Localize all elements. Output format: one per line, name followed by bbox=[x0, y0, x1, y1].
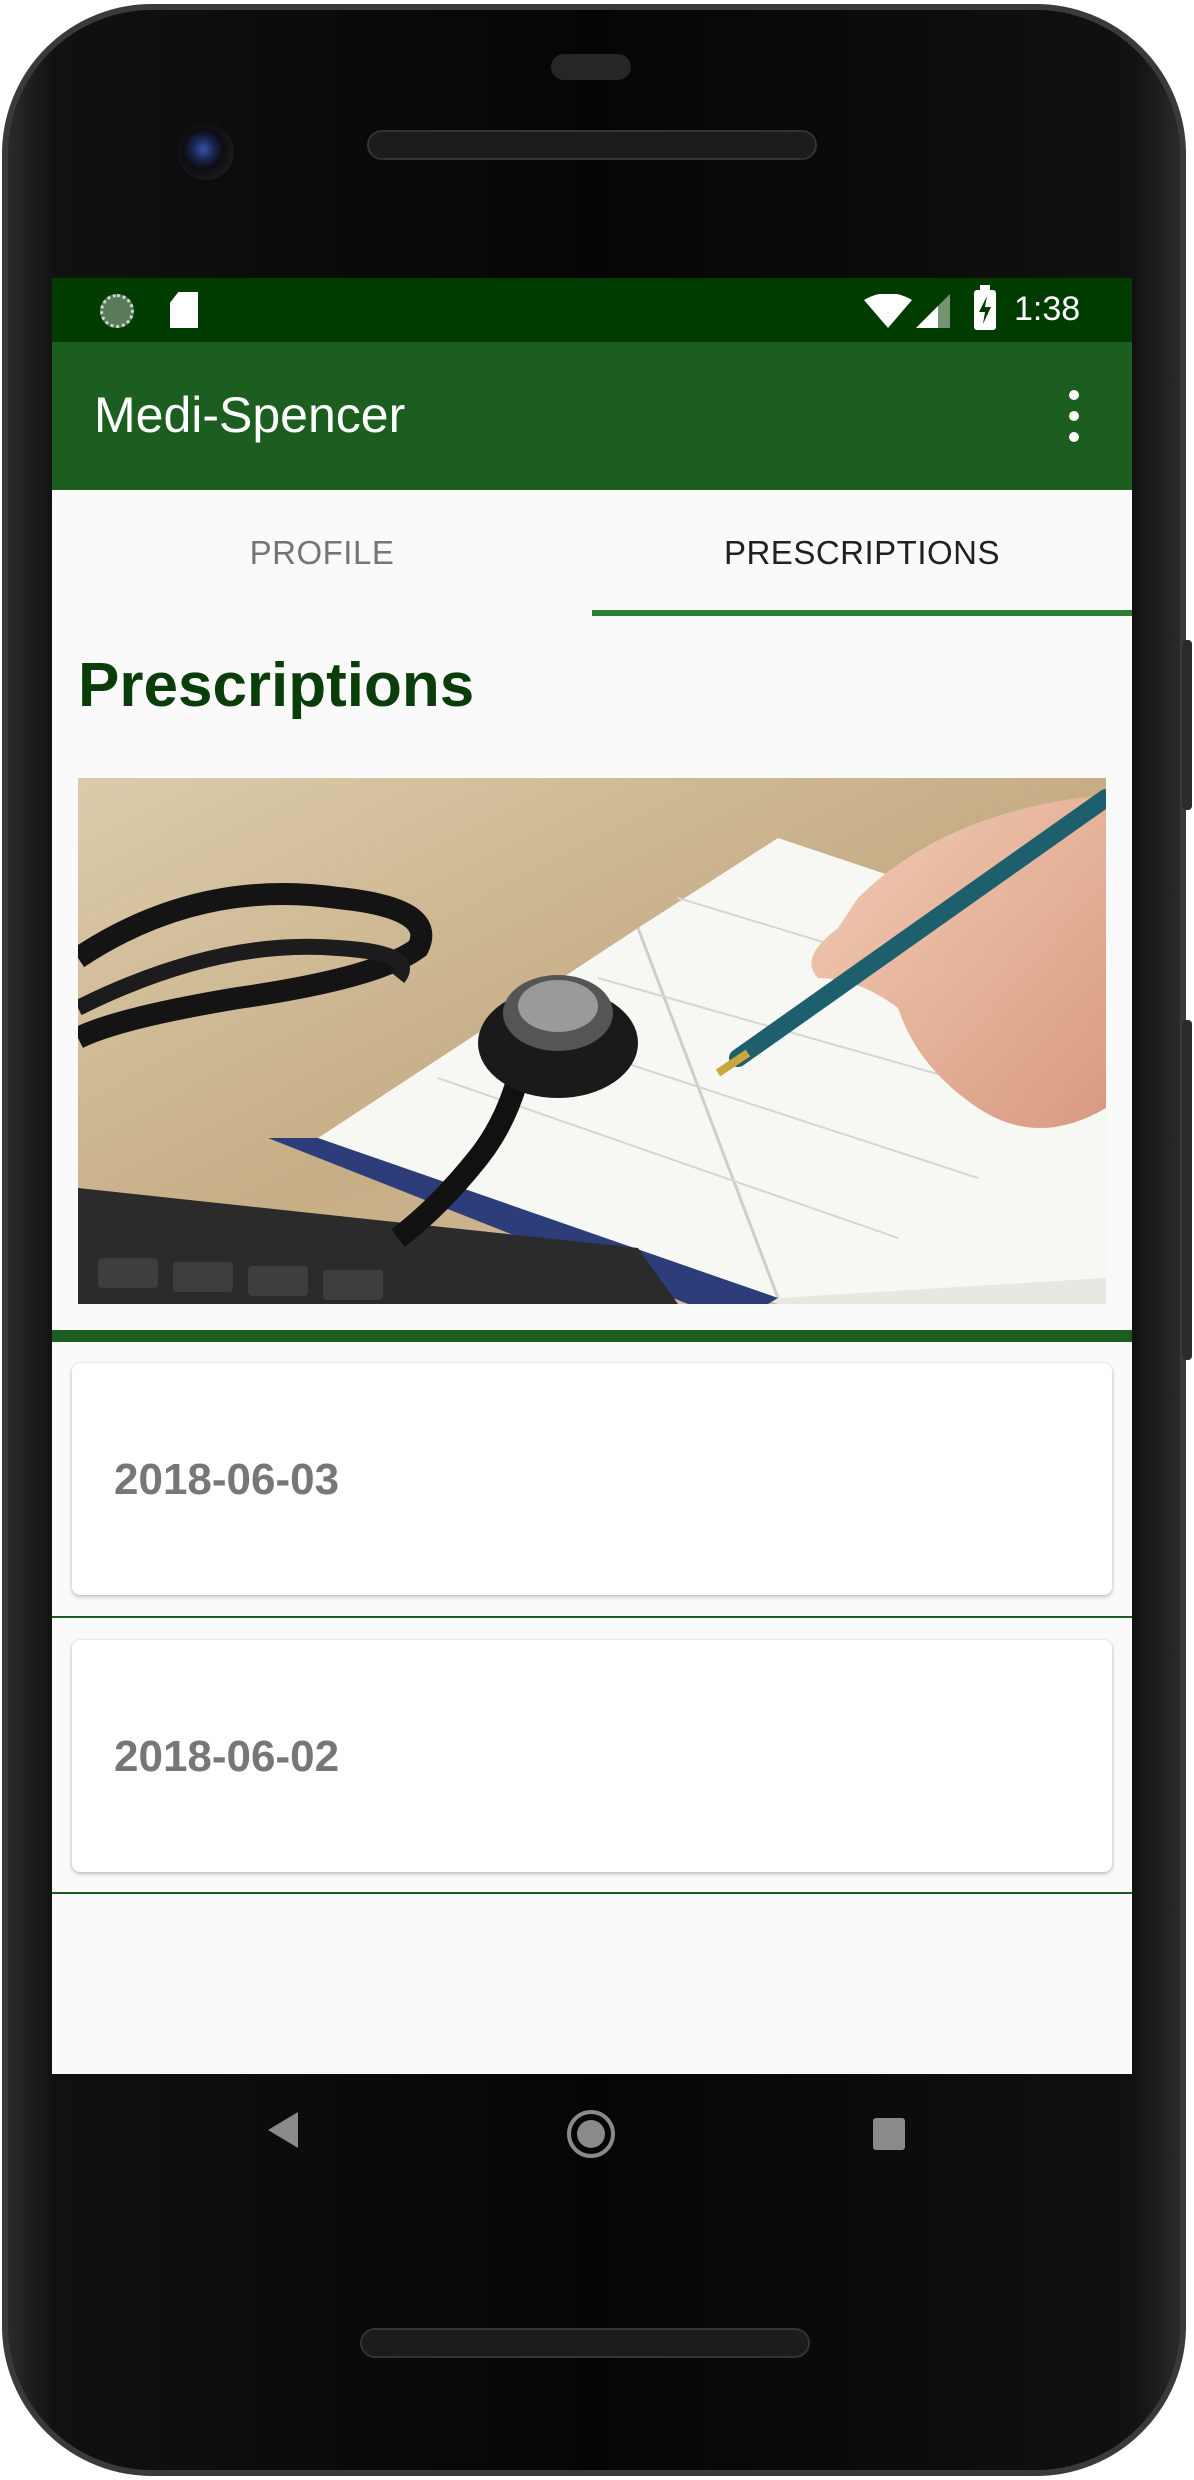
volume-button bbox=[1182, 1020, 1192, 1360]
prescription-card[interactable]: 2018-06-03 bbox=[72, 1363, 1112, 1595]
home-icon[interactable] bbox=[567, 2110, 615, 2158]
prescription-date: 2018-06-02 bbox=[114, 1732, 340, 1781]
status-bar: 1:38 bbox=[52, 278, 1132, 342]
tab-profile[interactable]: PROFILE bbox=[52, 490, 592, 616]
recents-icon[interactable] bbox=[873, 2118, 905, 2150]
prescription-header-image bbox=[78, 778, 1106, 1304]
tab-prescriptions[interactable]: PRESCRIPTIONS bbox=[592, 490, 1132, 616]
battery-charging-icon bbox=[974, 285, 996, 330]
list-divider bbox=[52, 1616, 1132, 1618]
back-icon[interactable] bbox=[268, 2112, 298, 2148]
wifi-icon bbox=[864, 294, 912, 328]
overflow-menu-icon[interactable] bbox=[1058, 388, 1090, 444]
sync-icon bbox=[100, 294, 134, 328]
list-top-divider bbox=[52, 1330, 1132, 1342]
power-button bbox=[1182, 640, 1192, 810]
prescription-date: 2018-06-03 bbox=[114, 1455, 340, 1504]
proximity-sensor bbox=[551, 54, 631, 80]
clock: 1:38 bbox=[1014, 290, 1081, 328]
app-title: Medi-Spencer bbox=[94, 387, 406, 443]
tab-selected-indicator bbox=[592, 610, 1132, 616]
app-bar: Medi-Spencer bbox=[52, 342, 1132, 490]
prescription-card[interactable]: 2018-06-02 bbox=[72, 1640, 1112, 1872]
front-camera bbox=[178, 124, 234, 180]
top-speaker-grille bbox=[367, 130, 817, 160]
tab-bar: PROFILE PRESCRIPTIONS bbox=[52, 490, 1132, 616]
page-title: Prescriptions bbox=[78, 651, 475, 720]
cell-signal-icon bbox=[916, 294, 950, 328]
sd-card-icon bbox=[170, 292, 198, 328]
app-screen: 1:38 Medi-Spencer PROFILE PRESCRIPTIONS … bbox=[52, 278, 1132, 2074]
list-divider bbox=[52, 1892, 1132, 1894]
bottom-speaker-grille bbox=[360, 2328, 810, 2358]
